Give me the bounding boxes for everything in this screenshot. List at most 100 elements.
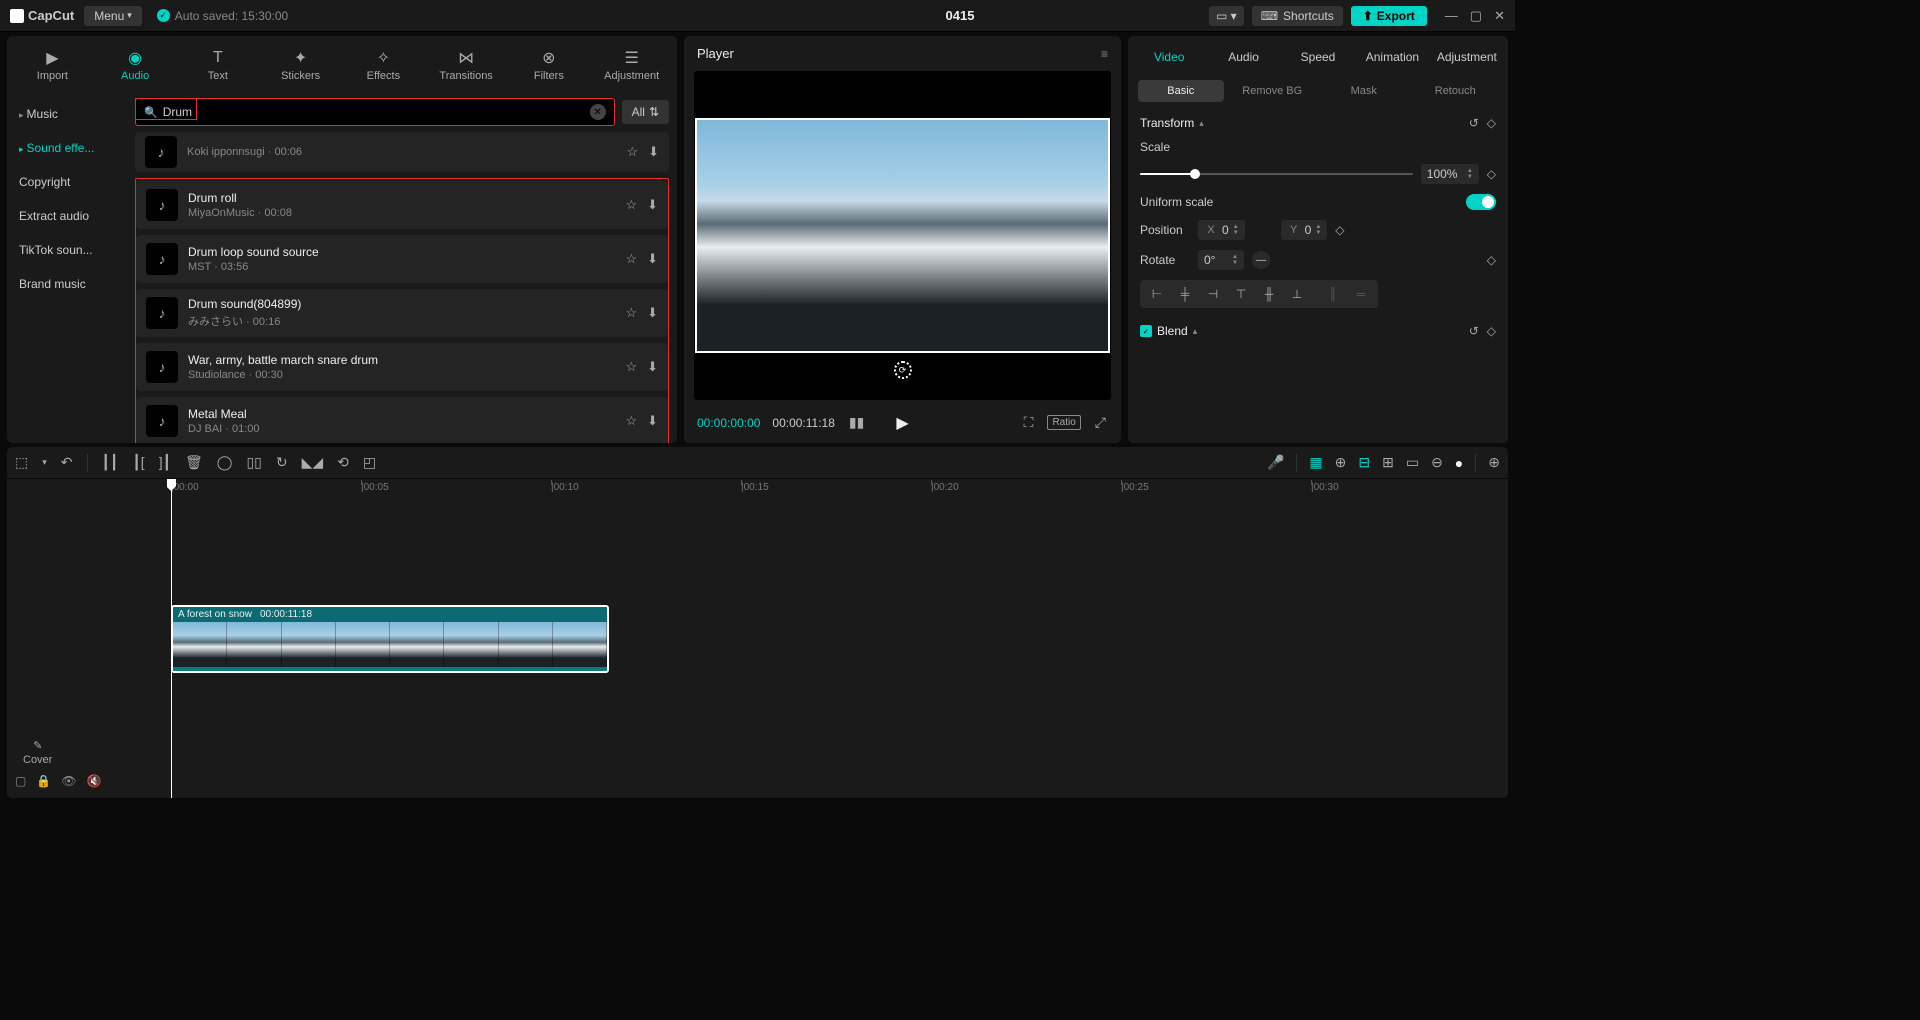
playhead[interactable] [171, 479, 172, 798]
keyframe-icon[interactable]: ◇ [1487, 167, 1496, 181]
search-result[interactable]: ♪ Drum sound(804899)みみさらい · 00:16 ☆⬇ [136, 289, 668, 337]
subtab-remove-bg[interactable]: Remove BG [1230, 80, 1316, 102]
favorite-icon[interactable]: ☆ [625, 251, 637, 267]
scale-fit-icon[interactable]: ⛶ [1022, 412, 1036, 433]
maximize-button[interactable]: ▢ [1470, 8, 1482, 24]
sidebar-item-music[interactable]: ▸Music [11, 98, 123, 130]
mute-icon[interactable]: 🔇 [87, 774, 102, 788]
split-right-tool[interactable]: ]┃ [159, 454, 171, 471]
player-viewport[interactable]: ⟳ [694, 71, 1111, 400]
selection-dropdown[interactable]: ▾ [42, 457, 47, 468]
position-x-field[interactable]: X0▲▼ [1198, 220, 1245, 240]
search-input[interactable] [163, 105, 318, 119]
spinner-icon[interactable]: ▲▼ [1467, 168, 1473, 180]
search-result-partial[interactable]: ♪ Koki ipponnsugi · 00:06 ☆⬇ [135, 132, 669, 172]
zoom-slider-icon[interactable]: ● [1455, 455, 1463, 471]
scale-value-field[interactable]: 100%▲▼ [1421, 164, 1479, 184]
ratio-button[interactable]: Ratio [1047, 415, 1080, 430]
tab-effects[interactable]: ✧Effects [342, 44, 425, 92]
blend-checkbox[interactable]: ✓ [1140, 325, 1152, 337]
tab-audio[interactable]: ◉Audio [94, 44, 177, 92]
mirror-tool[interactable]: ◣◢ [302, 454, 324, 471]
download-icon[interactable]: ⬇ [647, 305, 658, 321]
clear-search-button[interactable]: ✕ [590, 104, 606, 120]
download-icon[interactable]: ⬇ [648, 144, 659, 160]
align-center-v-button[interactable]: ╫ [1256, 284, 1282, 304]
shortcuts-button[interactable]: ⌨ Shortcuts [1252, 6, 1343, 26]
keyframe-icon[interactable]: ◇ [1487, 324, 1496, 338]
download-icon[interactable]: ⬇ [647, 251, 658, 267]
sidebar-item-sound-effects[interactable]: ▸Sound effe... [11, 132, 123, 164]
align-right-button[interactable]: ⊣ [1200, 284, 1226, 304]
sidebar-item-tiktok-sound[interactable]: TikTok soun... [11, 234, 123, 266]
uniform-scale-toggle[interactable] [1466, 194, 1496, 210]
favorite-icon[interactable]: ☆ [625, 359, 637, 375]
distribute-v-button[interactable]: ═ [1348, 284, 1374, 304]
split-left-tool[interactable]: ┃[ [132, 454, 144, 471]
marker-icon[interactable]: ▢ [15, 774, 26, 788]
layout-button[interactable]: ▭ ▾ [1209, 6, 1244, 26]
sidebar-item-copyright[interactable]: Copyright [11, 166, 123, 198]
compare-icon[interactable]: ▮▮ [847, 412, 866, 433]
subtab-basic[interactable]: Basic [1138, 80, 1224, 102]
search-result[interactable]: ♪ Metal MealDJ BAI · 01:00 ☆⬇ [136, 397, 668, 443]
tab-import[interactable]: ▶Import [11, 44, 94, 92]
timeline-tracks[interactable]: |00:00 |00:05 |00:10 |00:15 |00:20 |00:2… [167, 479, 1508, 798]
rotate-value-field[interactable]: 0°▲▼ [1198, 250, 1244, 270]
search-box[interactable]: 🔍 ✕ [135, 98, 615, 126]
zoom-out-button[interactable]: ⊖ [1431, 454, 1443, 471]
tab-adjustment[interactable]: ☰Adjustment [590, 44, 673, 92]
favorite-icon[interactable]: ☆ [626, 144, 638, 160]
cover-button[interactable]: ✎ Cover [23, 739, 52, 766]
favorite-icon[interactable]: ☆ [625, 197, 637, 213]
download-icon[interactable]: ⬇ [647, 359, 658, 375]
timeline-clip[interactable]: A forest on snow 00:00:11:18 [171, 605, 609, 673]
mic-button[interactable]: 🎤 [1267, 454, 1284, 471]
filter-all-button[interactable]: All ⇅ [622, 100, 669, 124]
crop-tool[interactable]: ◰ [363, 454, 376, 471]
split-tool[interactable]: ┃┃ [102, 454, 119, 471]
mirror-button[interactable]: — [1252, 251, 1270, 269]
magnet-main-button[interactable]: ▦ [1309, 454, 1322, 471]
rotate-tool[interactable]: ⟲ [337, 454, 349, 471]
close-button[interactable]: ✕ [1494, 8, 1505, 24]
play-button[interactable]: ▶ [896, 415, 908, 432]
undo-button[interactable]: ↶ [61, 454, 73, 471]
tab-transitions[interactable]: ⋈Transitions [425, 44, 508, 92]
search-result[interactable]: ♪ Drum rollMiyaOnMusic · 00:08 ☆⬇ [136, 181, 668, 229]
inspector-tab-speed[interactable]: Speed [1281, 46, 1355, 72]
timeline-ruler[interactable]: |00:00 |00:05 |00:10 |00:15 |00:20 |00:2… [167, 479, 1508, 501]
subtab-retouch[interactable]: Retouch [1413, 80, 1499, 102]
export-button[interactable]: ⬆ Export [1351, 6, 1427, 26]
sidebar-item-extract-audio[interactable]: Extract audio [11, 200, 123, 232]
selection-tool[interactable]: ⬚ [15, 454, 28, 471]
zoom-in-button[interactable]: ⊕ [1488, 454, 1500, 471]
player-menu-icon[interactable]: ≡ [1101, 47, 1108, 61]
keyframe-icon[interactable]: ◇ [1487, 116, 1496, 130]
eye-icon[interactable]: 👁 [61, 774, 76, 788]
reset-icon[interactable]: ↺ [1469, 324, 1479, 338]
sidebar-item-brand-music[interactable]: Brand music [11, 268, 123, 300]
download-icon[interactable]: ⬇ [647, 413, 658, 429]
inspector-tab-animation[interactable]: Animation [1355, 46, 1429, 72]
favorite-icon[interactable]: ☆ [625, 305, 637, 321]
tab-filters[interactable]: ⊗Filters [508, 44, 591, 92]
align-center-h-button[interactable]: ╪ [1172, 284, 1198, 304]
tab-stickers[interactable]: ✦Stickers [259, 44, 342, 92]
align-bottom-button[interactable]: ⊥ [1284, 284, 1310, 304]
freeze-tool[interactable]: ▯▯ [246, 454, 261, 471]
rotate-handle-icon[interactable]: ⟳ [894, 361, 912, 379]
spinner-icon[interactable]: ▲▼ [1315, 224, 1321, 236]
scale-slider[interactable] [1140, 173, 1413, 175]
favorite-icon[interactable]: ☆ [625, 413, 637, 429]
preview-button[interactable]: ⊞ [1382, 454, 1394, 471]
keyframe-icon[interactable]: ◇ [1487, 253, 1496, 267]
spinner-icon[interactable]: ▲▼ [1233, 224, 1239, 236]
inspector-tab-adjustment[interactable]: Adjustment [1430, 46, 1504, 72]
minimize-button[interactable]: — [1445, 8, 1458, 24]
search-result[interactable]: ♪ War, army, battle march snare drumStud… [136, 343, 668, 391]
align-left-button[interactable]: ⊢ [1144, 284, 1170, 304]
delete-tool[interactable]: 🗑 [185, 454, 203, 471]
position-y-field[interactable]: Y0▲▼ [1281, 220, 1328, 240]
collapse-icon[interactable]: ▴ [1193, 326, 1198, 337]
